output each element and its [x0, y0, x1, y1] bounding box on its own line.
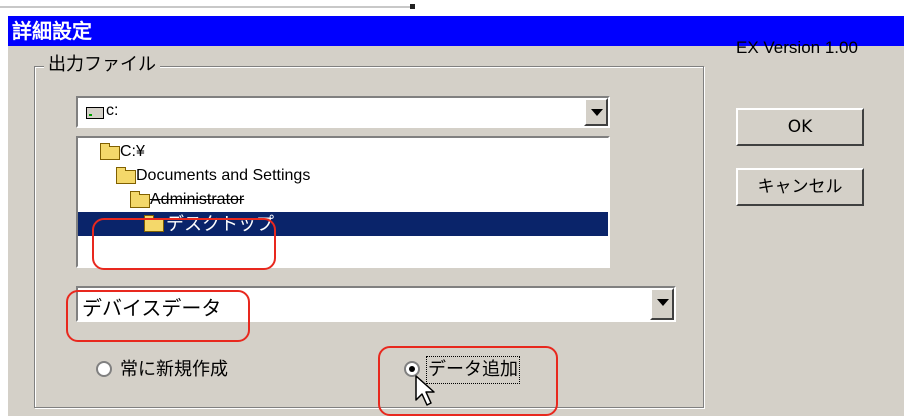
directory-label: C:¥: [120, 143, 145, 160]
ok-button[interactable]: OK: [736, 108, 864, 146]
radio-label: 常に新規作成: [120, 359, 228, 380]
drive-combo[interactable]: c:: [76, 96, 610, 128]
file-name-value: デバイスデータ: [82, 298, 222, 320]
cancel-button[interactable]: キャンセル: [736, 168, 864, 206]
version-label: EX Version 1.00: [736, 38, 858, 57]
chevron-down-icon[interactable]: [584, 98, 608, 126]
divider: [0, 6, 410, 8]
drive-icon: [86, 107, 104, 119]
directory-list[interactable]: C:¥ Documents and Settings Administrator…: [76, 136, 610, 268]
drive-value: c:: [106, 102, 119, 119]
cursor-icon: [415, 375, 435, 406]
chevron-down-icon[interactable]: [650, 288, 674, 320]
folder-icon: [144, 215, 164, 232]
background-strip: [0, 0, 910, 14]
open-folder-icon: [130, 191, 150, 208]
open-folder-icon: [116, 167, 136, 184]
list-item[interactable]: C:¥: [78, 140, 608, 164]
directory-label: Administrator: [150, 191, 245, 208]
list-item[interactable]: Documents and Settings: [78, 164, 608, 188]
open-folder-icon: [100, 143, 120, 160]
directory-label: Documents and Settings: [136, 167, 311, 184]
radio-button[interactable]: [96, 361, 112, 377]
file-name-combo[interactable]: デバイスデータ: [76, 286, 676, 322]
group-label: 出力ファイル: [44, 54, 160, 76]
directory-label: デスクトップ: [166, 214, 274, 234]
list-item[interactable]: Administrator: [78, 188, 608, 212]
window-title: 詳細設定: [12, 19, 92, 43]
list-item-selected[interactable]: デスクトップ: [78, 212, 608, 236]
divider-mark: [410, 4, 415, 9]
